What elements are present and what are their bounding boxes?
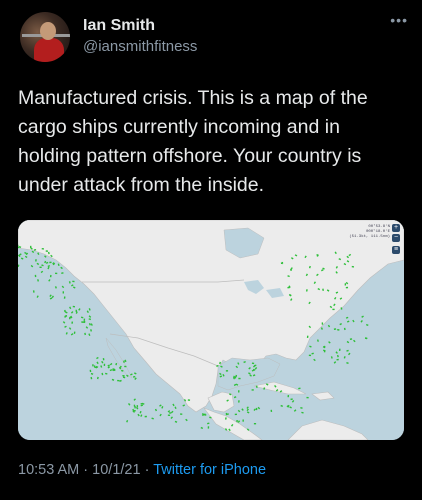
tweet-date[interactable]: 10/1/21 [92,462,140,478]
ship-marker[interactable] [134,406,136,409]
ship-marker[interactable] [49,274,52,278]
ship-marker[interactable] [169,412,172,414]
ship-marker[interactable] [336,358,339,361]
ship-marker[interactable] [124,365,127,368]
ship-marker[interactable] [287,394,290,398]
ship-marker[interactable] [55,272,58,275]
ship-marker[interactable] [136,405,139,408]
ship-marker[interactable] [45,250,48,252]
ship-marker[interactable] [242,419,244,422]
ship-marker[interactable] [225,412,228,416]
ship-marker[interactable] [236,419,238,423]
ship-marker[interactable] [225,370,229,372]
ship-marker[interactable] [308,354,312,357]
ship-marker[interactable] [41,247,44,250]
ship-marker[interactable] [144,415,147,418]
tweet-text: Manufactured crisis. This is a map of th… [18,87,368,196]
zoom-out-button[interactable]: − [392,234,400,242]
ship-marker[interactable] [62,291,64,294]
ship-marker[interactable] [72,280,75,283]
author-handle[interactable]: @iansmithfitness [83,38,197,55]
ship-marker[interactable] [344,283,347,286]
ship-marker[interactable] [238,390,240,393]
tweet-media-map[interactable]: 00°53.8'N 000°18.0'E (51.3kt, 111.5nm) +… [18,220,404,440]
ship-marker[interactable] [122,375,125,377]
ship-marker[interactable] [180,413,183,415]
ship-marker[interactable] [18,244,19,247]
ship-marker[interactable] [167,414,171,416]
ship-marker[interactable] [92,364,94,367]
ship-marker[interactable] [75,309,78,312]
ship-marker[interactable] [83,320,86,323]
ship-marker[interactable] [345,286,349,289]
ship-marker[interactable] [34,274,37,278]
ship-marker[interactable] [234,413,237,416]
ship-marker[interactable] [251,362,255,365]
tweet-source[interactable]: Twitter for iPhone [153,462,266,478]
ship-marker[interactable] [253,423,257,425]
ship-marker[interactable] [306,396,309,399]
ship-marker[interactable] [207,426,210,429]
map-coordinate-readout: 00°53.8'N 000°18.0'E (51.3kt, 111.5nm) [349,225,390,239]
separator: · [83,462,89,478]
ship-marker[interactable] [238,377,241,380]
ship-marker[interactable] [287,286,290,289]
ship-marker[interactable] [270,409,273,413]
tweet-timestamp: 10:53 AM · 10/1/21 · Twitter for iPhone [18,462,266,478]
ship-marker[interactable] [117,379,120,382]
ship-marker[interactable] [365,337,368,340]
ship-marker[interactable] [290,398,293,401]
zoom-in-button[interactable]: + [392,224,400,232]
ship-marker[interactable] [251,389,254,391]
ship-marker[interactable] [255,407,258,411]
ship-marker[interactable] [306,335,309,338]
avatar[interactable] [20,12,70,62]
ship-marker[interactable] [332,308,335,311]
ship-marker[interactable] [321,322,324,325]
layers-button[interactable]: ≡ [392,246,400,254]
ship-marker[interactable] [103,363,106,366]
ship-marker[interactable] [187,399,191,401]
ship-marker[interactable] [238,400,240,403]
tweet-time[interactable]: 10:53 AM [18,462,79,478]
ship-marker[interactable] [49,261,52,264]
tweet-header: Ian Smith @iansmithfitness ••• [18,10,408,66]
ship-marker[interactable] [39,266,42,268]
ship-map [18,220,404,440]
ship-marker[interactable] [133,409,136,412]
ship-marker[interactable] [338,348,341,351]
author-name[interactable]: Ian Smith [83,17,155,35]
separator: · [144,462,150,478]
more-dots-icon[interactable]: ••• [390,12,408,28]
